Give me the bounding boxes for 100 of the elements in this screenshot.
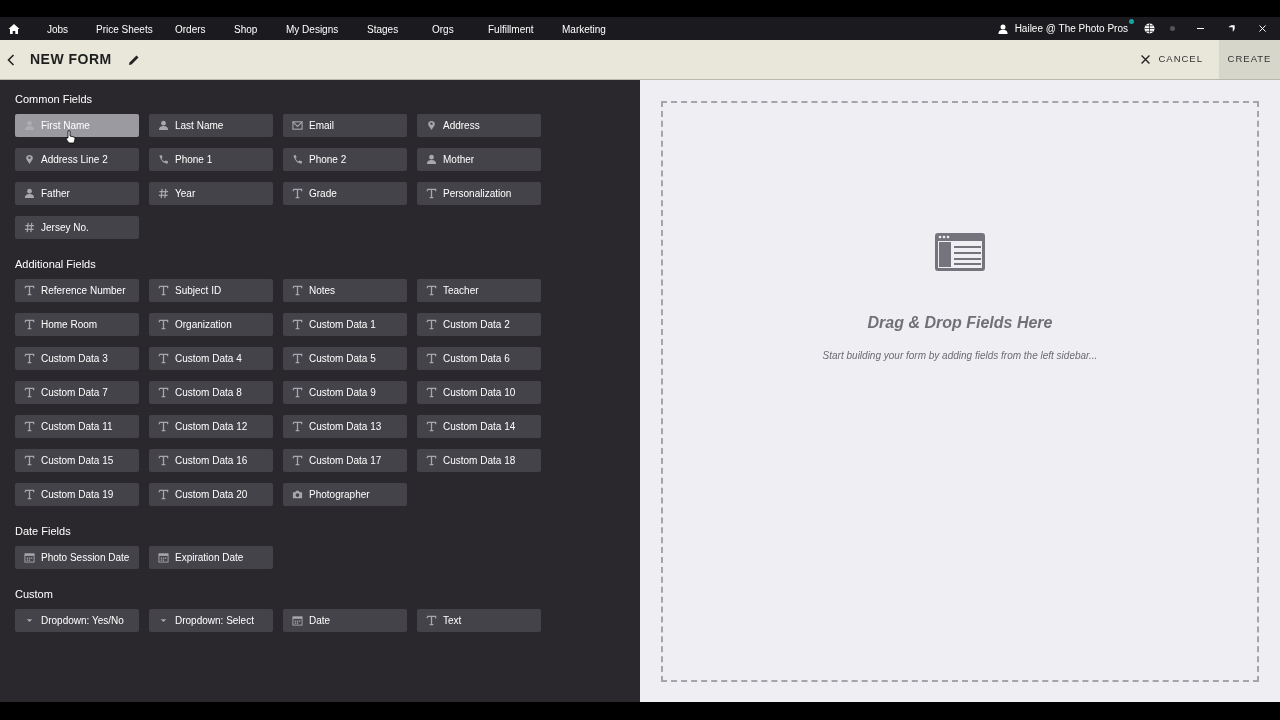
- section-heading: Common Fields: [15, 92, 94, 107]
- text-icon: [292, 421, 303, 432]
- envelope-icon: [292, 120, 303, 131]
- text-icon: [292, 455, 303, 466]
- nav-link[interactable]: Marketing: [562, 22, 606, 37]
- field-button[interactable]: Custom Data 14: [417, 415, 541, 438]
- nav-link[interactable]: Shop: [234, 22, 258, 37]
- phone-icon: [158, 154, 169, 165]
- field-button[interactable]: Custom Data 18: [417, 449, 541, 472]
- text-icon: [24, 353, 35, 364]
- field-button[interactable]: Custom Data 16: [149, 449, 273, 472]
- form-icon: [935, 233, 985, 271]
- field-button[interactable]: Custom Data 5: [283, 347, 407, 370]
- text-icon: [426, 188, 437, 199]
- field-button[interactable]: Photographer: [283, 483, 407, 506]
- field-button[interactable]: Custom Data 4: [149, 347, 273, 370]
- field-button[interactable]: Year: [149, 182, 273, 205]
- text-icon: [158, 455, 169, 466]
- field-button[interactable]: Home Room: [15, 313, 139, 336]
- text-icon: [292, 285, 303, 296]
- field-button[interactable]: Custom Data 6: [417, 347, 541, 370]
- text-icon: [158, 387, 169, 398]
- field-button[interactable]: Grade: [283, 182, 407, 205]
- field-button[interactable]: Dropdown: Yes/No: [15, 609, 139, 632]
- calendar-icon: [158, 552, 169, 563]
- field-button[interactable]: Custom Data 19: [15, 483, 139, 506]
- text-icon: [24, 489, 35, 500]
- field-button[interactable]: Personalization: [417, 182, 541, 205]
- field-button[interactable]: Reference Number: [15, 279, 139, 302]
- field-button[interactable]: Phone 1: [149, 148, 273, 171]
- field-button[interactable]: Last Name: [149, 114, 273, 137]
- text-icon: [158, 285, 169, 296]
- maximize-icon[interactable]: [1228, 25, 1235, 32]
- field-button[interactable]: Organization: [149, 313, 273, 336]
- field-button[interactable]: Custom Data 15: [15, 449, 139, 472]
- nav-link[interactable]: Orders: [175, 22, 206, 37]
- text-icon: [292, 319, 303, 330]
- phone-icon: [292, 154, 303, 165]
- field-button[interactable]: Date: [283, 609, 407, 632]
- close-icon: [1141, 55, 1151, 64]
- field-button[interactable]: Custom Data 11: [15, 415, 139, 438]
- nav-link[interactable]: Fulfillment: [488, 22, 534, 37]
- field-button[interactable]: Custom Data 10: [417, 381, 541, 404]
- field-button[interactable]: Custom Data 12: [149, 415, 273, 438]
- section-heading: Custom: [15, 587, 54, 602]
- field-button[interactable]: Expiration Date: [149, 546, 273, 569]
- field-button[interactable]: Photo Session Date: [15, 546, 139, 569]
- field-button[interactable]: Notes: [283, 279, 407, 302]
- field-button[interactable]: Jersey No.: [15, 216, 139, 239]
- field-button[interactable]: Custom Data 13: [283, 415, 407, 438]
- field-button[interactable]: Teacher: [417, 279, 541, 302]
- field-button[interactable]: Custom Data 3: [15, 347, 139, 370]
- field-button[interactable]: Text: [417, 609, 541, 632]
- nav-link[interactable]: Price Sheets: [96, 22, 153, 37]
- field-button[interactable]: Subject ID: [149, 279, 273, 302]
- text-icon: [24, 455, 35, 466]
- minimize-icon[interactable]: [1197, 25, 1204, 32]
- field-button[interactable]: Dropdown: Select: [149, 609, 273, 632]
- text-icon: [426, 285, 437, 296]
- back-icon[interactable]: [7, 53, 15, 66]
- field-button[interactable]: Custom Data 20: [149, 483, 273, 506]
- pin-icon: [24, 154, 35, 165]
- nav-link[interactable]: Orgs: [432, 22, 454, 37]
- field-button[interactable]: Email: [283, 114, 407, 137]
- person-icon: [158, 120, 169, 131]
- field-button[interactable]: Custom Data 7: [15, 381, 139, 404]
- close-icon[interactable]: [1259, 25, 1266, 32]
- field-button[interactable]: Mother: [417, 148, 541, 171]
- text-icon: [426, 319, 437, 330]
- field-button[interactable]: Custom Data 2: [417, 313, 541, 336]
- globe-icon[interactable]: [1144, 23, 1155, 34]
- text-icon: [24, 285, 35, 296]
- create-button[interactable]: CREATE: [1219, 40, 1280, 79]
- field-button[interactable]: Address: [417, 114, 541, 137]
- person-icon: [24, 188, 35, 199]
- field-button[interactable]: Address Line 2: [15, 148, 139, 171]
- nav-link[interactable]: My Designs: [286, 22, 339, 37]
- drop-zone-title: Drag & Drop Fields Here: [867, 313, 1053, 333]
- calendar-icon: [24, 552, 35, 563]
- text-icon: [24, 387, 35, 398]
- text-icon: [426, 615, 437, 626]
- field-button[interactable]: Custom Data 9: [283, 381, 407, 404]
- nav-link[interactable]: Stages: [367, 22, 399, 37]
- field-button[interactable]: Phone 2: [283, 148, 407, 171]
- user-icon: [997, 23, 1008, 34]
- field-button[interactable]: Father: [15, 182, 139, 205]
- person-icon: [426, 154, 437, 165]
- field-button[interactable]: Custom Data 17: [283, 449, 407, 472]
- cancel-button[interactable]: CANCEL: [1141, 40, 1219, 79]
- nav-link[interactable]: Jobs: [47, 22, 69, 37]
- user-name[interactable]: Hailee @ The Photo Pros: [1014, 23, 1128, 34]
- pin-icon: [426, 120, 437, 131]
- field-button[interactable]: Custom Data 8: [149, 381, 273, 404]
- section-heading: Additional Fields: [15, 257, 97, 272]
- camera-icon: [292, 489, 303, 500]
- pencil-icon[interactable]: [127, 53, 140, 66]
- hand-cursor-icon: [65, 130, 76, 144]
- field-button[interactable]: Custom Data 1: [283, 313, 407, 336]
- drop-zone-hint: Start building your form by adding fields from the left sidebar...: [822, 349, 1098, 363]
- text-icon: [426, 353, 437, 364]
